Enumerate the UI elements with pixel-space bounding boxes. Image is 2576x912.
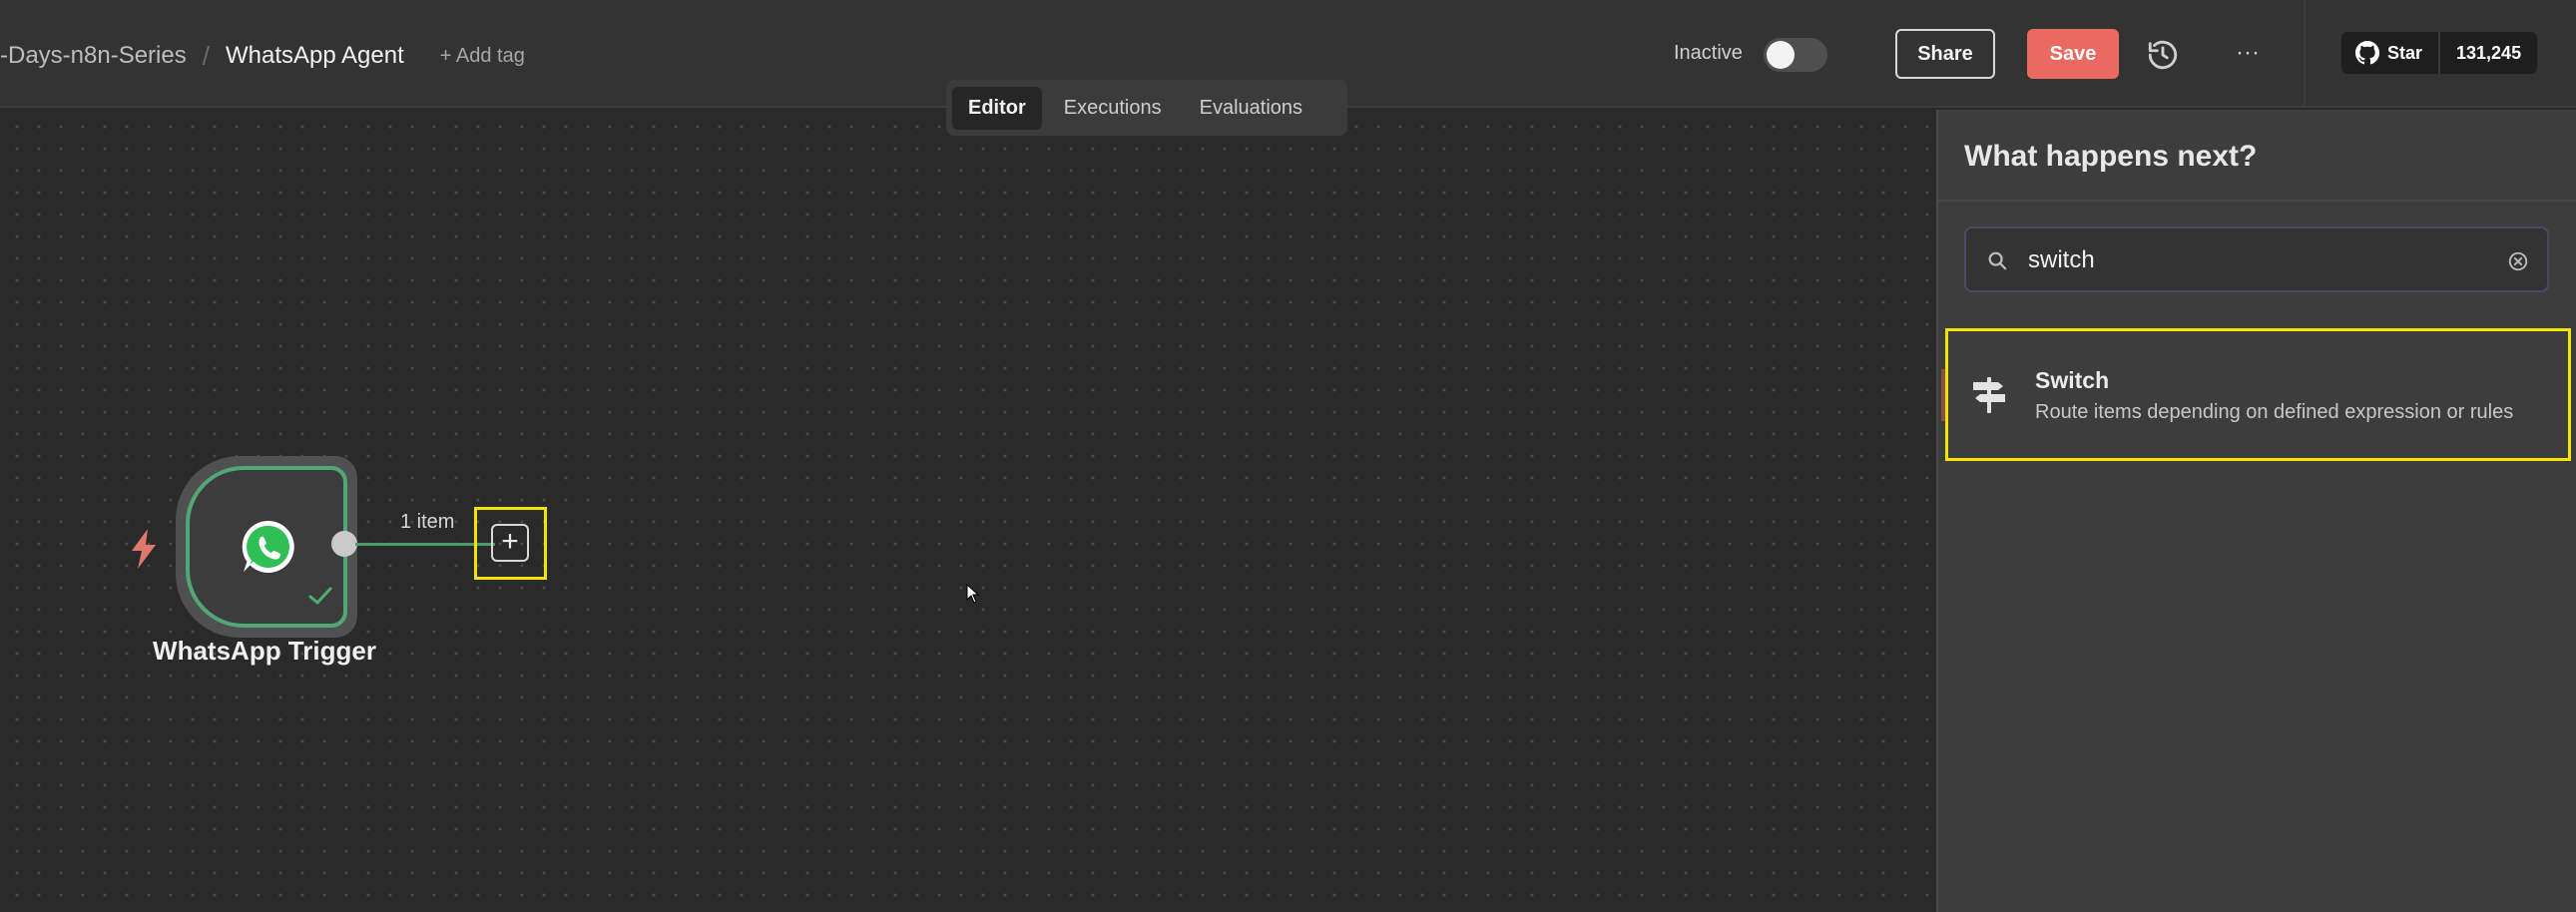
node-output-handle[interactable] — [331, 531, 357, 557]
tab-executions[interactable]: Executions — [1048, 87, 1178, 130]
share-button[interactable]: Share — [1895, 29, 1995, 79]
clear-search-icon[interactable] — [2507, 250, 2529, 272]
breadcrumb-project[interactable]: -Days-n8n-Series — [0, 42, 187, 70]
github-star-label: Star — [2387, 42, 2423, 63]
node-creator-panel: What happens next? Switch Route items de… — [1936, 110, 2576, 912]
panel-divider — [1938, 200, 2576, 202]
node-search-box[interactable] — [1964, 227, 2549, 292]
result-description: Route items depending on defined express… — [2035, 401, 2514, 423]
result-selection-accent — [1941, 369, 1945, 421]
more-options-icon[interactable]: ··· — [2228, 36, 2268, 70]
github-star-left: Star — [2341, 32, 2441, 74]
add-node-button[interactable]: + — [491, 524, 529, 562]
header-divider — [2304, 0, 2306, 108]
add-node-highlight: + — [474, 507, 547, 580]
history-icon[interactable] — [2146, 38, 2180, 72]
node-label: WhatsApp Trigger — [153, 636, 376, 666]
tab-evaluations[interactable]: Evaluations — [1184, 87, 1318, 130]
success-check-icon — [308, 587, 332, 605]
add-tag-button[interactable]: + Add tag — [440, 45, 525, 68]
view-tabs: Editor Executions Evaluations — [946, 80, 1347, 136]
search-icon — [1988, 251, 2007, 270]
active-toggle[interactable] — [1764, 38, 1827, 72]
whatsapp-trigger-node[interactable] — [186, 466, 347, 628]
workflow-status-label: Inactive — [1674, 42, 1743, 64]
breadcrumb: -Days-n8n-Series / WhatsApp Agent + Add … — [0, 36, 525, 76]
breadcrumb-separator: / — [202, 40, 210, 71]
github-icon — [2355, 41, 2379, 65]
connection-item-count: 1 item — [400, 511, 455, 533]
result-title: Switch — [2035, 367, 2110, 393]
trigger-bolt-icon — [132, 529, 156, 569]
github-star-count: 131,245 — [2440, 32, 2538, 74]
workflow-canvas[interactable]: WhatsApp Trigger 1 item + — [0, 110, 1936, 912]
search-input[interactable] — [2028, 242, 2487, 278]
panel-title: What happens next? — [1964, 140, 2258, 173]
workflow-name[interactable]: WhatsApp Agent — [226, 42, 404, 70]
whatsapp-icon — [242, 520, 294, 573]
signpost-icon — [1973, 377, 2005, 413]
tab-editor[interactable]: Editor — [952, 86, 1042, 130]
github-star-button[interactable]: Star 131,245 — [2341, 32, 2538, 74]
mouse-cursor-icon — [966, 584, 980, 604]
search-result-switch[interactable]: Switch Route items depending on defined … — [1941, 328, 2571, 461]
save-button[interactable]: Save — [2027, 29, 2119, 79]
toggle-knob — [1767, 41, 1795, 69]
